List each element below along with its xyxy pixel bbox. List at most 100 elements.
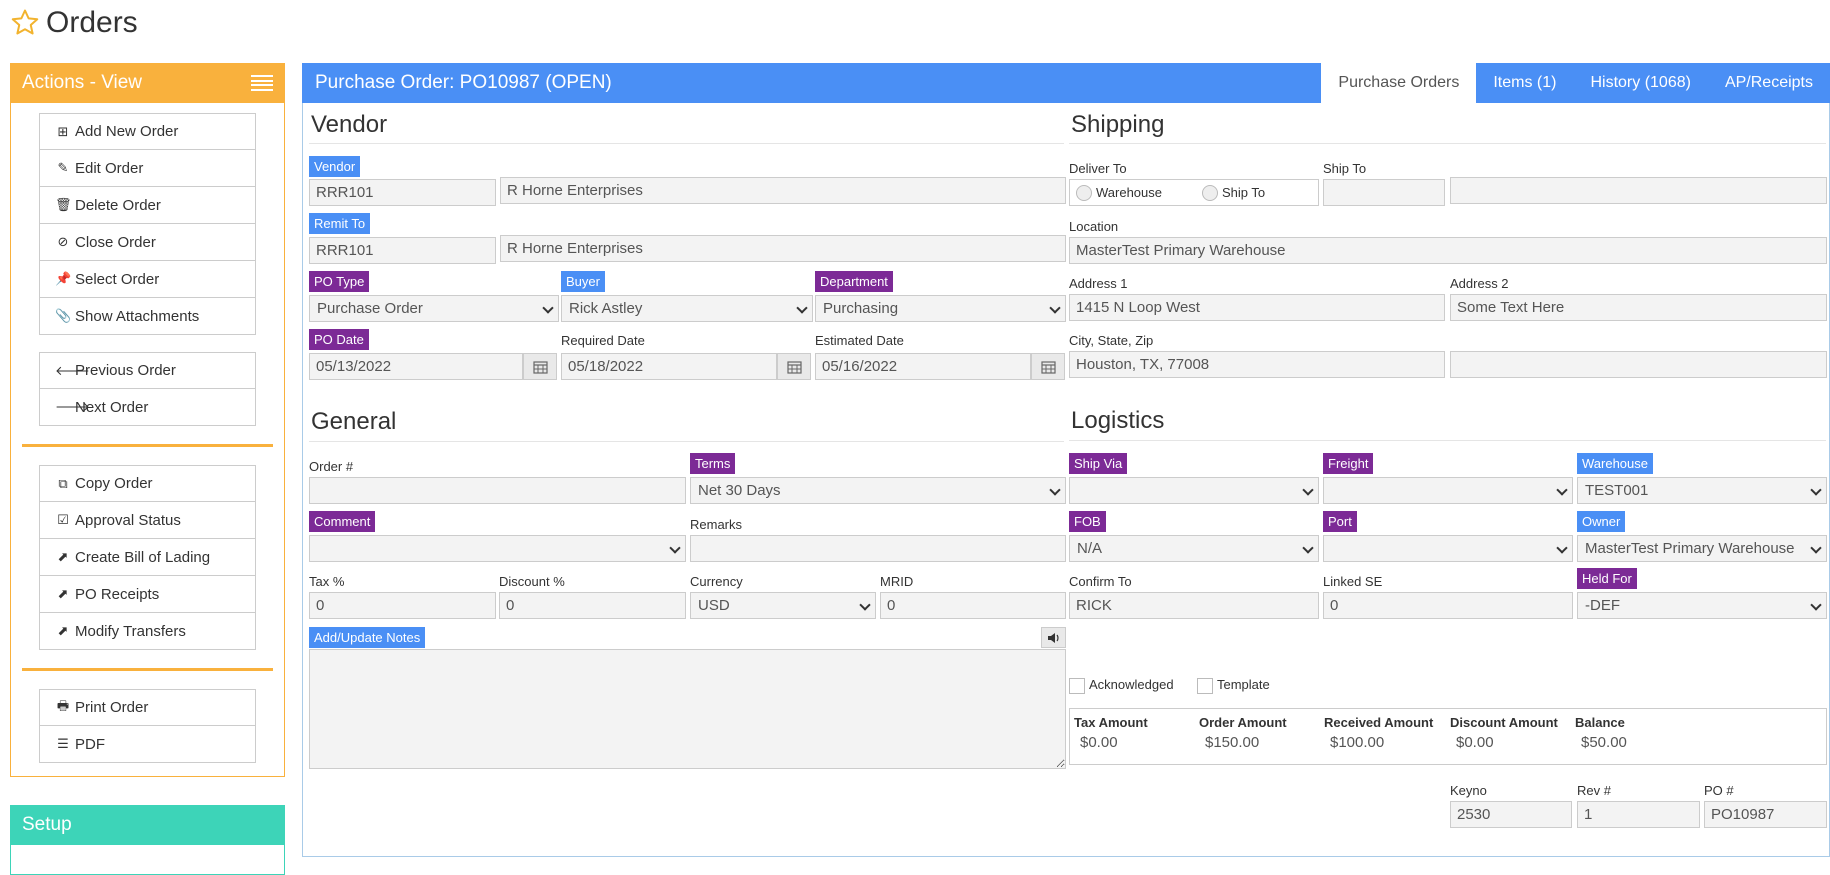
tax-percent-label: Tax % bbox=[309, 574, 345, 589]
totals-box: Tax Amount $0.00 Order Amount $150.00 Re… bbox=[1069, 708, 1827, 765]
tax-amount-column: Tax Amount $0.00 bbox=[1074, 715, 1148, 751]
copy-order-button[interactable]: ⧉ Copy Order bbox=[39, 465, 256, 502]
select-order-button[interactable]: 📌 Select Order bbox=[39, 261, 256, 298]
held-for-select[interactable]: -DEF bbox=[1577, 592, 1827, 619]
check-square-icon: ☑ bbox=[57, 512, 69, 527]
ship-via-select[interactable] bbox=[1069, 477, 1319, 504]
keyno-field[interactable]: 2530 bbox=[1450, 801, 1572, 828]
setup-panel: Setup bbox=[10, 805, 285, 875]
acknowledged-checkbox[interactable] bbox=[1069, 677, 1085, 694]
tax-amount-label: Tax Amount bbox=[1074, 715, 1148, 730]
ship-to-code-field[interactable] bbox=[1323, 179, 1445, 206]
city-state-zip-field[interactable]: Houston, TX, 77008 bbox=[1069, 351, 1445, 378]
action-group-nav: 🡐 Previous Order 🡒 Next Order bbox=[39, 352, 256, 426]
tab-items[interactable]: Items (1) bbox=[1476, 63, 1573, 103]
linked-se-field[interactable]: 0 bbox=[1323, 592, 1573, 619]
print-order-button[interactable]: 🖶 Print Order bbox=[39, 689, 256, 726]
page-title-text: Orders bbox=[46, 6, 138, 39]
fob-select[interactable]: N/A bbox=[1069, 535, 1319, 562]
vendor-name-field[interactable]: R Horne Enterprises bbox=[500, 177, 1066, 204]
required-date-calendar-button[interactable] bbox=[777, 353, 811, 380]
chevron-down-icon bbox=[1049, 302, 1061, 314]
comment-select[interactable] bbox=[309, 535, 686, 562]
owner-select[interactable]: MasterTest Primary Warehouse bbox=[1577, 535, 1827, 562]
order-number-field[interactable] bbox=[309, 477, 686, 504]
tab-ap-receipts[interactable]: AP/Receipts bbox=[1708, 63, 1830, 103]
star-icon bbox=[11, 9, 39, 35]
deliver-to-radio-group: Warehouse Ship To bbox=[1069, 179, 1319, 206]
radio-warehouse[interactable] bbox=[1076, 184, 1092, 201]
po-number-field[interactable]: PO10987 bbox=[1704, 801, 1827, 828]
discount-percent-field[interactable]: 0 bbox=[499, 592, 686, 619]
required-date-label: Required Date bbox=[561, 333, 645, 348]
remit-code-field[interactable]: RRR101 bbox=[309, 237, 496, 264]
currency-select[interactable]: USD bbox=[690, 592, 876, 619]
setup-panel-title: Setup bbox=[22, 814, 72, 835]
tab-history[interactable]: History (1068) bbox=[1573, 63, 1707, 103]
required-date-field[interactable]: 05/18/2022 bbox=[561, 353, 777, 380]
department-select[interactable]: Purchasing bbox=[815, 295, 1066, 322]
notes-label: Add/Update Notes bbox=[309, 627, 426, 648]
po-receipts-button[interactable]: ⬈ PO Receipts bbox=[39, 576, 256, 613]
mrid-field[interactable]: 0 bbox=[880, 592, 1066, 619]
ship-to-name-field[interactable] bbox=[1450, 177, 1827, 204]
modify-transfers-button[interactable]: ⬈ Modify Transfers bbox=[39, 613, 256, 650]
tax-percent-field[interactable]: 0 bbox=[309, 592, 496, 619]
port-label: Port bbox=[1323, 511, 1357, 532]
hamburger-menu-icon[interactable] bbox=[251, 75, 273, 91]
confirm-to-field[interactable]: RICK bbox=[1069, 592, 1319, 619]
city-state-zip-extra-field[interactable] bbox=[1450, 351, 1827, 378]
chevron-down-icon bbox=[796, 302, 808, 314]
discount-amount-value: $0.00 bbox=[1456, 734, 1494, 751]
create-bill-of-lading-button[interactable]: ⬈ Create Bill of Lading bbox=[39, 539, 256, 576]
received-amount-column: Received Amount $100.00 bbox=[1324, 715, 1433, 751]
radio-ship-to[interactable] bbox=[1202, 184, 1218, 201]
show-attachments-button[interactable]: 📎 Show Attachments bbox=[39, 298, 256, 335]
next-order-button[interactable]: 🡒 Next Order bbox=[39, 389, 256, 426]
order-title: Purchase Order: PO10987 (OPEN) bbox=[315, 72, 612, 93]
po-type-select[interactable]: Purchase Order bbox=[309, 295, 559, 322]
remarks-field[interactable] bbox=[690, 535, 1066, 562]
edit-order-button[interactable]: ✎ Edit Order bbox=[39, 150, 256, 187]
logistics-section-title: Logistics bbox=[1071, 407, 1165, 434]
close-order-button[interactable]: ⊘ Close Order bbox=[39, 224, 256, 261]
template-option: Template bbox=[1197, 677, 1270, 694]
rev-field[interactable]: 1 bbox=[1577, 801, 1700, 828]
estimated-date-calendar-button[interactable] bbox=[1031, 353, 1065, 380]
estimated-date-field[interactable]: 05/16/2022 bbox=[815, 353, 1031, 380]
chevron-down-icon bbox=[1810, 599, 1822, 611]
add-new-order-button[interactable]: ⊞ Add New Order bbox=[39, 113, 256, 150]
action-group-order: ⊞ Add New Order ✎ Edit Order 🗑 Delete Order… bbox=[39, 113, 256, 335]
tab-purchase-orders[interactable]: Purchase Orders bbox=[1321, 63, 1477, 103]
previous-order-button[interactable]: 🡐 Previous Order bbox=[39, 352, 256, 389]
freight-select[interactable] bbox=[1323, 477, 1573, 504]
order-amount-value: $150.00 bbox=[1205, 734, 1260, 751]
vendor-code-field[interactable]: RRR101 bbox=[309, 179, 496, 206]
location-field[interactable]: MasterTest Primary Warehouse bbox=[1069, 237, 1827, 264]
remarks-label: Remarks bbox=[690, 517, 743, 532]
order-amount-label: Order Amount bbox=[1199, 715, 1287, 730]
po-type-label: PO Type bbox=[309, 271, 370, 292]
template-checkbox[interactable] bbox=[1197, 677, 1213, 694]
terms-select[interactable]: Net 30 Days bbox=[690, 477, 1066, 504]
warehouse-select[interactable]: TEST001 bbox=[1577, 477, 1827, 504]
speaker-button[interactable] bbox=[1041, 627, 1066, 648]
confirm-to-label: Confirm To bbox=[1069, 574, 1132, 589]
po-date-calendar-button[interactable] bbox=[523, 353, 557, 380]
address1-field[interactable]: 1415 N Loop West bbox=[1069, 294, 1445, 321]
approval-status-button[interactable]: ☑ Approval Status bbox=[39, 502, 256, 539]
pdf-button[interactable]: ☰ PDF bbox=[39, 726, 256, 763]
po-date-field[interactable]: 05/13/2022 bbox=[309, 353, 523, 380]
address2-label: Address 2 bbox=[1450, 276, 1509, 291]
notes-textarea[interactable] bbox=[309, 649, 1066, 769]
address2-field[interactable]: Some Text Here bbox=[1450, 294, 1827, 321]
location-label: Location bbox=[1069, 219, 1119, 234]
vendor-label: Vendor bbox=[309, 156, 361, 177]
port-select[interactable] bbox=[1323, 535, 1573, 562]
remit-name-field[interactable]: R Horne Enterprises bbox=[500, 235, 1066, 262]
delete-order-button[interactable]: 🗑 Delete Order bbox=[39, 187, 256, 224]
buyer-select[interactable]: Rick Astley bbox=[561, 295, 813, 322]
po-date-label: PO Date bbox=[309, 329, 369, 350]
mrid-label: MRID bbox=[880, 574, 914, 589]
setup-panel-header[interactable]: Setup bbox=[10, 805, 285, 845]
